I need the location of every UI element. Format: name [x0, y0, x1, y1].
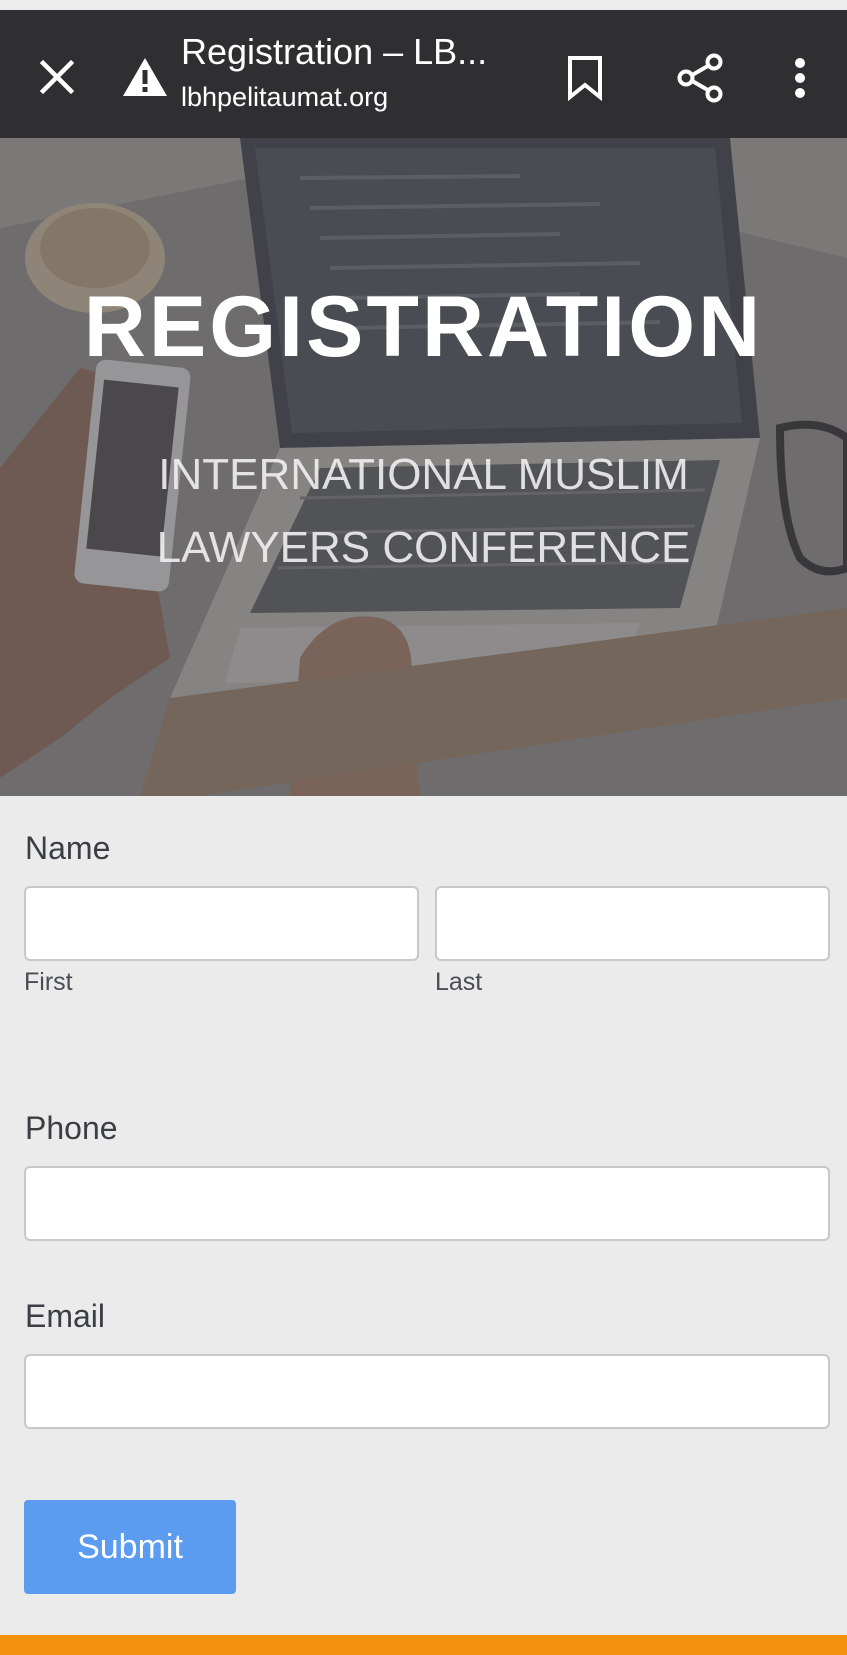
email-label: Email	[25, 1298, 106, 1334]
more-vert-icon[interactable]	[778, 50, 822, 106]
close-icon[interactable]	[32, 52, 82, 102]
share-icon[interactable]	[672, 50, 728, 106]
first-name-sublabel: First	[24, 968, 73, 996]
registration-form: Name First Last Phone Email Submit	[0, 796, 847, 1635]
first-name-input[interactable]	[24, 886, 419, 961]
page-title: Registration – LB...	[181, 31, 488, 72]
browser-toolbar: Registration – LB... lbhpelitaumat.org	[0, 10, 847, 138]
bookmark-icon[interactable]	[560, 50, 610, 106]
bottom-accent-bar	[0, 1635, 847, 1655]
email-input[interactable]	[24, 1354, 830, 1429]
phone-label: Phone	[25, 1110, 118, 1146]
phone-input[interactable]	[24, 1166, 830, 1241]
hero-banner: REGISTRATION INTERNATIONAL MUSLIM LAWYER…	[0, 138, 847, 796]
name-label: Name	[25, 830, 111, 866]
status-strip	[0, 0, 847, 10]
hero-subtitle: INTERNATIONAL MUSLIM LAWYERS CONFERENCE	[156, 450, 691, 572]
last-name-sublabel: Last	[435, 968, 483, 996]
warning-icon[interactable]	[122, 56, 168, 98]
last-name-input[interactable]	[435, 886, 830, 961]
submit-button[interactable]: Submit	[24, 1500, 236, 1594]
page-url: lbhpelitaumat.org	[181, 82, 389, 112]
hero-title: REGISTRATION	[83, 279, 764, 375]
